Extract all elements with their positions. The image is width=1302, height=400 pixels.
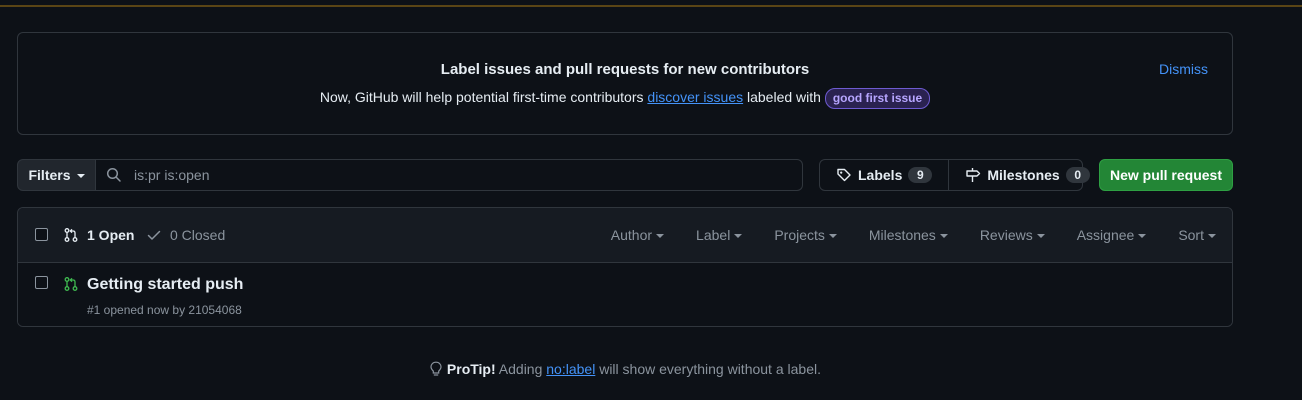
filters-button[interactable]: Filters [17,159,96,191]
closed-tab[interactable]: 0 Closed [146,227,225,243]
labels-count: 9 [908,167,933,183]
row-checkbox[interactable] [35,276,48,289]
new-pull-request-button[interactable]: New pull request [1099,159,1233,191]
no-label-link[interactable]: no:label [546,361,595,377]
pull-request-title[interactable]: Getting started push [87,276,243,294]
chevron-down-icon [1138,234,1147,238]
label-label: Label [696,227,731,243]
projects-label: Projects [774,227,825,243]
protip-lead: ProTip! [446,361,496,377]
sort-label: Sort [1178,227,1204,243]
projects-filter[interactable]: Projects [774,227,837,243]
pull-request-meta: #1 opened now by 21054068 [87,303,242,317]
assignee-label: Assignee [1076,227,1135,243]
chevron-down-icon [76,174,85,178]
label-filter[interactable]: Label [696,227,743,243]
banner-body-suffix: labeled with [747,89,821,106]
pull-request-list: 1 Open 0 Closed Author Label Projects Mi… [17,207,1233,327]
milestones-count: 0 [1065,167,1090,183]
pull-request-icon [64,228,78,242]
dismiss-button[interactable]: Dismiss [1159,61,1208,77]
good-first-issue-label[interactable]: good first issue [824,88,931,109]
reviews-filter[interactable]: Reviews [980,227,1045,243]
sort-menus: Author Label Projects Milestones Reviews… [611,227,1216,243]
chevron-down-icon [1036,234,1045,238]
milestones-button[interactable]: Milestones 0 [948,160,1105,190]
reviews-label: Reviews [979,227,1033,243]
pull-request-row[interactable] [18,263,1232,326]
search-input[interactable] [132,166,736,184]
discover-issues-link[interactable]: discover issues [647,89,743,105]
milestones-filter-label: Milestones [868,227,936,243]
author-label: Author [610,227,653,243]
chevron-down-icon [939,234,948,238]
lightbulb-icon [430,361,442,376]
chevron-down-icon [734,234,743,238]
closed-count-label: 0 Closed [170,227,226,243]
select-all-checkbox[interactable] [35,228,48,241]
check-icon [147,230,161,240]
search-icon [106,167,121,182]
protip-suffix: will show everything without a label. [599,361,821,377]
sort-dropdown[interactable]: Sort [1178,227,1216,243]
labels-label: Labels [858,167,903,183]
banner-body-prefix: Now, GitHub will help potential first-ti… [319,89,644,106]
protip: ProTip! Adding no:label will show everyt… [0,361,1250,377]
list-header: 1 Open 0 Closed Author Label Projects Mi… [18,208,1232,263]
assignee-filter[interactable]: Assignee [1077,227,1147,243]
open-tab[interactable]: 1 Open [63,227,134,243]
protip-prefix: Adding [498,361,543,377]
author-filter[interactable]: Author [610,227,665,243]
open-count-label: 1 Open [87,227,135,243]
milestones-filter[interactable]: Milestones [869,227,948,243]
filters-label: Filters [28,167,71,183]
new-contributors-banner: Label issues and pull requests for new c… [17,32,1233,135]
top-border [0,0,1302,7]
chevron-down-icon [656,234,665,238]
tag-icon [837,168,851,182]
filter-bar: Filters [17,159,803,191]
labels-button[interactable]: Labels 9 [820,160,948,190]
milestones-label: Milestones [987,167,1060,183]
labels-milestones-group: Labels 9 Milestones 0 [819,159,1090,191]
banner-title: Label issues and pull requests for new c… [440,61,810,78]
milestone-icon [966,168,981,182]
open-pull-request-icon [64,277,78,291]
search-box[interactable] [96,159,803,191]
chevron-down-icon [828,234,837,238]
chevron-down-icon [1208,234,1216,238]
banner-body: Now, GitHub will help potential first-ti… [18,88,1232,109]
